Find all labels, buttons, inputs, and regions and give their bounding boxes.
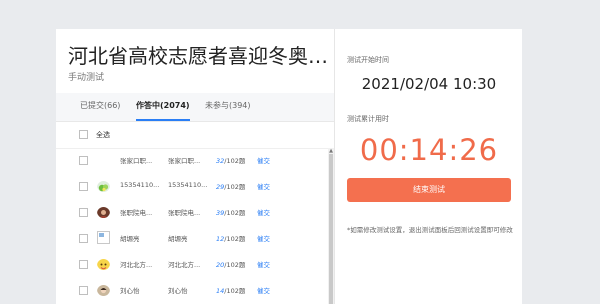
remind-link[interactable]: 催交 (257, 285, 270, 295)
student-name: 张职院电... (120, 209, 153, 217)
student-school: 15354110... (168, 181, 208, 189)
progress: 20/102题 (216, 259, 245, 269)
broken-image-icon (97, 231, 110, 244)
table-row: 河北北方... 河北北方... 20/102题 催交 (56, 252, 326, 278)
student-name: 15354110... (120, 181, 160, 189)
status-tabs: 已提交(66) 作答中(2074) 未参与(394) (56, 93, 334, 122)
remind-link[interactable]: 催交 (257, 181, 270, 191)
settings-note: *如需修改测试设置，退出测试面板后回测试设置即可修改 (347, 226, 513, 234)
exam-panel: 河北省高校志愿者喜迎冬奥会... 手动测试 已提交(66) 作答中(2074) … (56, 29, 334, 304)
progress: 32/102题 (216, 155, 245, 165)
row-checkbox[interactable] (79, 260, 88, 269)
total-count: /102题 (224, 235, 246, 243)
elapsed-time-label: 测试累计用时 (347, 115, 389, 123)
avatar (97, 283, 110, 296)
student-name: 刘心怡 (120, 287, 140, 295)
table-row: 胡塬亮 胡塬亮 12/102题 催交 (56, 226, 326, 252)
student-list: 张家口职... 张家口职... 32/102题 催交 15354110... 1… (56, 148, 334, 304)
student-school: 张家口职... (168, 157, 201, 165)
row-checkbox[interactable] (79, 208, 88, 217)
student-name: 河北北方... (120, 261, 153, 269)
avatar (97, 179, 110, 192)
avatar (97, 205, 110, 218)
table-row: 张职院电... 张职院电... 39/102题 催交 (56, 200, 326, 226)
row-checkbox[interactable] (79, 182, 88, 191)
total-count: /102题 (224, 183, 246, 191)
start-time-value: 2021/02/04 10:30 (361, 75, 497, 93)
progress: 14/102题 (216, 285, 245, 295)
scroll-thumb[interactable] (329, 154, 333, 304)
total-count: /102题 (224, 261, 246, 269)
progress: 29/102题 (216, 181, 245, 191)
row-checkbox[interactable] (79, 156, 88, 165)
total-count: /102题 (224, 209, 246, 217)
row-checkbox[interactable] (79, 234, 88, 243)
row-checkbox[interactable] (79, 286, 88, 295)
total-count: /102题 (224, 157, 246, 165)
remind-link[interactable]: 催交 (257, 233, 270, 243)
select-all-row: 全选 (56, 122, 334, 149)
progress: 12/102题 (216, 233, 245, 243)
table-row: 刘心怡 刘心怡 14/102题 催交 (56, 278, 326, 304)
remind-link[interactable]: 催交 (257, 207, 270, 217)
student-school: 刘心怡 (168, 287, 188, 295)
end-test-button[interactable]: 结束测试 (347, 178, 511, 202)
exam-subtitle: 手动测试 (68, 73, 105, 83)
test-status-panel: 测试开始时间 2021/02/04 10:30 测试累计用时 00:14:26 … (334, 29, 522, 304)
remind-link[interactable]: 催交 (257, 155, 270, 165)
start-time-label: 测试开始时间 (347, 56, 389, 64)
student-school: 胡塬亮 (168, 235, 188, 243)
tab-answering[interactable]: 作答中(2074) (136, 93, 190, 121)
table-row: 张家口职... 张家口职... 32/102题 催交 (56, 148, 326, 174)
table-row: 15354110... 15354110... 29/102题 催交 (56, 174, 326, 200)
total-count: /102题 (224, 287, 246, 295)
select-all-checkbox[interactable] (79, 130, 88, 139)
tab-not-participated[interactable]: 未参与(394) (205, 93, 251, 119)
select-all-label: 全选 (96, 131, 110, 139)
progress: 39/102题 (216, 207, 245, 217)
remind-link[interactable]: 催交 (257, 259, 270, 269)
tab-submitted[interactable]: 已提交(66) (80, 93, 120, 119)
student-name: 胡塬亮 (120, 235, 140, 243)
avatar (97, 257, 110, 270)
elapsed-timer: 00:14:26 (359, 133, 499, 167)
student-school: 张职院电... (168, 209, 201, 217)
student-name: 张家口职... (120, 157, 153, 165)
student-school: 河北北方... (168, 261, 201, 269)
exam-title: 河北省高校志愿者喜迎冬奥会... (68, 44, 330, 68)
